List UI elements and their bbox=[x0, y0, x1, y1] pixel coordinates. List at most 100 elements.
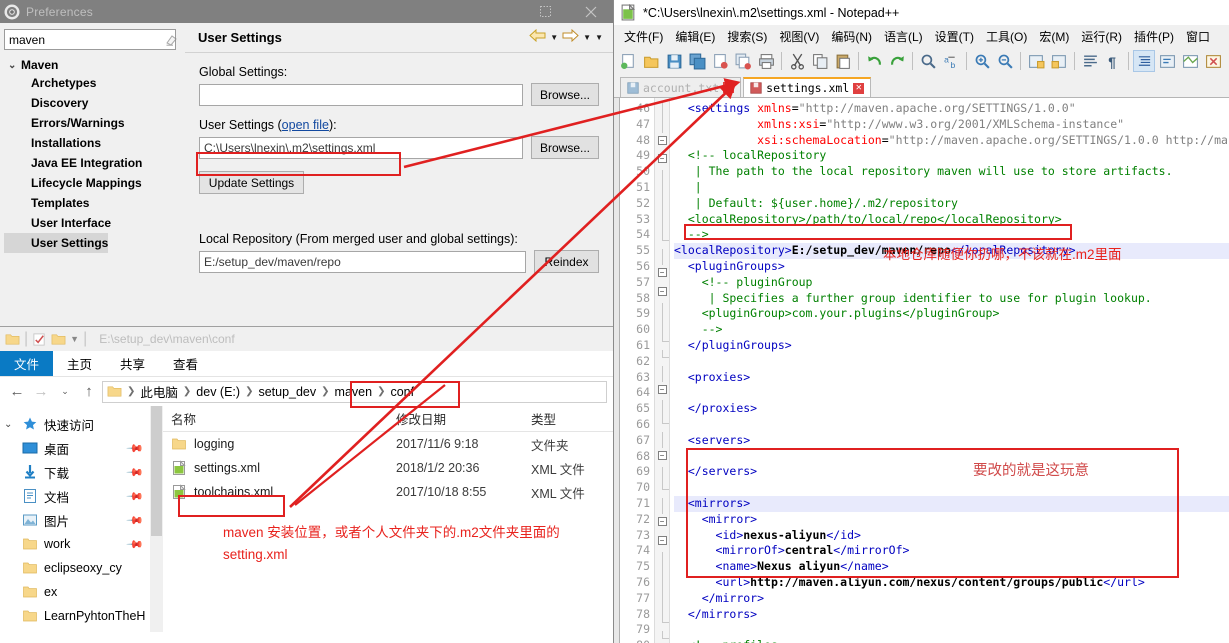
forward-dropdown-icon[interactable]: ▼ bbox=[583, 33, 591, 42]
sidebar-item-ex[interactable]: ex bbox=[0, 580, 150, 604]
copy-icon[interactable] bbox=[809, 50, 831, 72]
back-dropdown-icon[interactable]: ▼ bbox=[550, 33, 558, 42]
code-line[interactable]: <servers> bbox=[674, 433, 1229, 449]
fold-marker[interactable]: − bbox=[655, 535, 669, 552]
code-line[interactable]: <!-- profiles bbox=[674, 638, 1229, 643]
code-line[interactable]: <pluginGroup>com.your.plugins</pluginGro… bbox=[674, 306, 1229, 322]
user-defined-dialog-icon[interactable] bbox=[1156, 50, 1178, 72]
up-icon[interactable]: ↑ bbox=[78, 381, 100, 403]
ribbon-tab-view[interactable]: 查看 bbox=[159, 351, 212, 376]
fold-marker[interactable]: − bbox=[655, 154, 669, 170]
fold-marker[interactable] bbox=[655, 302, 669, 319]
code-line[interactable]: xsi:schemaLocation="http://maven.apache.… bbox=[674, 133, 1229, 149]
code-line[interactable]: </mirrors> bbox=[674, 607, 1229, 623]
fold-marker[interactable] bbox=[655, 101, 669, 117]
fold-marker[interactable] bbox=[655, 400, 669, 417]
column-header-name[interactable]: 名称 bbox=[163, 409, 388, 428]
menu-tools[interactable]: 工具(O) bbox=[980, 28, 1033, 45]
breadcrumb-item-this-pc[interactable]: 此电脑 bbox=[140, 382, 178, 401]
code-line[interactable]: <settings xmlns="http://maven.apache.org… bbox=[674, 101, 1229, 117]
open-file-link[interactable]: open file bbox=[282, 118, 329, 132]
sidebar-item-eclipseoxy-cy[interactable]: eclipseoxy_cy bbox=[0, 556, 150, 580]
fold-marker[interactable]: − bbox=[655, 135, 669, 152]
pin-icon[interactable]: 📌 bbox=[126, 511, 145, 529]
close-icon[interactable]: ✕ bbox=[723, 82, 735, 93]
column-header-date[interactable]: 修改日期 bbox=[388, 409, 523, 428]
menu-file[interactable]: 文件(F) bbox=[618, 28, 669, 45]
tree-item-user-settings[interactable]: User Settings bbox=[4, 233, 181, 253]
column-header-type[interactable]: 类型 bbox=[523, 409, 613, 428]
menu-edit[interactable]: 编辑(E) bbox=[669, 28, 721, 45]
document-map-icon[interactable] bbox=[1179, 50, 1201, 72]
code-line[interactable] bbox=[674, 354, 1229, 370]
fold-marker[interactable] bbox=[655, 466, 669, 483]
close-file-icon[interactable] bbox=[709, 50, 731, 72]
fold-marker[interactable] bbox=[655, 598, 669, 615]
fold-marker[interactable] bbox=[655, 482, 669, 498]
table-row[interactable]: logging 2017/11/6 9:18 文件夹 bbox=[163, 432, 613, 456]
menu-macro[interactable]: 宏(M) bbox=[1033, 28, 1075, 45]
properties-icon[interactable] bbox=[32, 332, 47, 347]
menu-run[interactable]: 运行(R) bbox=[1075, 28, 1128, 45]
minimize-icon[interactable] bbox=[478, 0, 523, 23]
menu-plugins[interactable]: 插件(P) bbox=[1128, 28, 1180, 45]
pin-icon[interactable]: 📌 bbox=[126, 463, 145, 481]
fold-marker[interactable] bbox=[655, 583, 669, 599]
tree-root-maven[interactable]: ⌄ Maven bbox=[4, 57, 181, 73]
fold-marker[interactable] bbox=[655, 318, 669, 335]
find-icon[interactable] bbox=[917, 50, 939, 72]
table-row[interactable]: settings.xml 2018/1/2 20:36 XML 文件 bbox=[163, 456, 613, 480]
replace-icon[interactable]: ab bbox=[940, 50, 962, 72]
pin-icon[interactable]: 📌 bbox=[126, 535, 145, 553]
print-icon[interactable] bbox=[755, 50, 777, 72]
fold-marker[interactable] bbox=[655, 233, 669, 249]
fold-marker[interactable]: − bbox=[655, 267, 669, 284]
fold-marker[interactable]: − bbox=[655, 384, 669, 401]
forward-icon[interactable]: → bbox=[30, 381, 52, 403]
function-list-icon[interactable] bbox=[1202, 50, 1224, 72]
folder-as-workspace-icon[interactable] bbox=[1225, 50, 1229, 72]
forward-arrow-icon[interactable] bbox=[562, 28, 579, 47]
indent-guide-icon[interactable] bbox=[1133, 50, 1155, 72]
back-icon[interactable]: ← bbox=[6, 381, 28, 403]
tab-account-txt[interactable]: account.txt ✕ bbox=[620, 77, 742, 97]
undo-icon[interactable] bbox=[863, 50, 885, 72]
tree-item-archetypes[interactable]: Archetypes bbox=[4, 73, 181, 93]
new-file-icon[interactable] bbox=[617, 50, 639, 72]
fold-marker[interactable] bbox=[655, 217, 669, 234]
menu-language[interactable]: 语言(L) bbox=[878, 28, 929, 45]
back-arrow-icon[interactable] bbox=[529, 28, 546, 47]
pin-icon[interactable]: 📌 bbox=[126, 439, 145, 457]
tree-item-installations[interactable]: Installations bbox=[4, 133, 181, 153]
fold-marker[interactable] bbox=[655, 349, 669, 366]
code-line[interactable]: --> bbox=[674, 322, 1229, 338]
sidebar-item-work[interactable]: work 📌 bbox=[0, 532, 150, 556]
user-settings-browse-button[interactable]: Browse... bbox=[530, 136, 599, 159]
preferences-filter-box[interactable] bbox=[4, 29, 177, 50]
recent-locations-icon[interactable]: ⌄ bbox=[54, 381, 76, 403]
fold-marker[interactable] bbox=[655, 185, 669, 202]
code-line[interactable]: xmlns:xsi="http://www.w3.org/2001/XMLSch… bbox=[674, 117, 1229, 133]
fold-marker[interactable] bbox=[655, 116, 669, 133]
sync-scroll-h-icon[interactable] bbox=[1048, 50, 1070, 72]
code-line[interactable]: </pluginGroups> bbox=[674, 338, 1229, 354]
word-wrap-icon[interactable] bbox=[1079, 50, 1101, 72]
code-line[interactable] bbox=[674, 385, 1229, 401]
sidebar-quick-access[interactable]: ⌄ 快速访问 bbox=[0, 412, 150, 436]
sync-scroll-v-icon[interactable] bbox=[1025, 50, 1047, 72]
fold-marker[interactable] bbox=[655, 630, 669, 643]
global-settings-input[interactable] bbox=[199, 83, 523, 106]
code-line[interactable]: <proxies> bbox=[674, 370, 1229, 386]
fold-marker[interactable] bbox=[655, 416, 669, 432]
scrollbar-thumb[interactable] bbox=[151, 406, 163, 536]
tree-item-java-ee-integration[interactable]: Java EE Integration bbox=[4, 153, 181, 173]
explorer-sidebar-scrollbar[interactable] bbox=[150, 406, 163, 632]
fold-marker[interactable]: − bbox=[655, 516, 669, 533]
sidebar-item-desktop[interactable]: 桌面 📌 bbox=[0, 436, 150, 460]
tree-item-lifecycle-mappings[interactable]: Lifecycle Mappings bbox=[4, 173, 181, 193]
tree-item-errors-warnings[interactable]: Errors/Warnings bbox=[4, 113, 181, 133]
fold-marker[interactable] bbox=[655, 365, 669, 382]
fold-marker[interactable] bbox=[655, 201, 669, 218]
cut-icon[interactable] bbox=[786, 50, 808, 72]
close-icon[interactable] bbox=[568, 0, 613, 23]
